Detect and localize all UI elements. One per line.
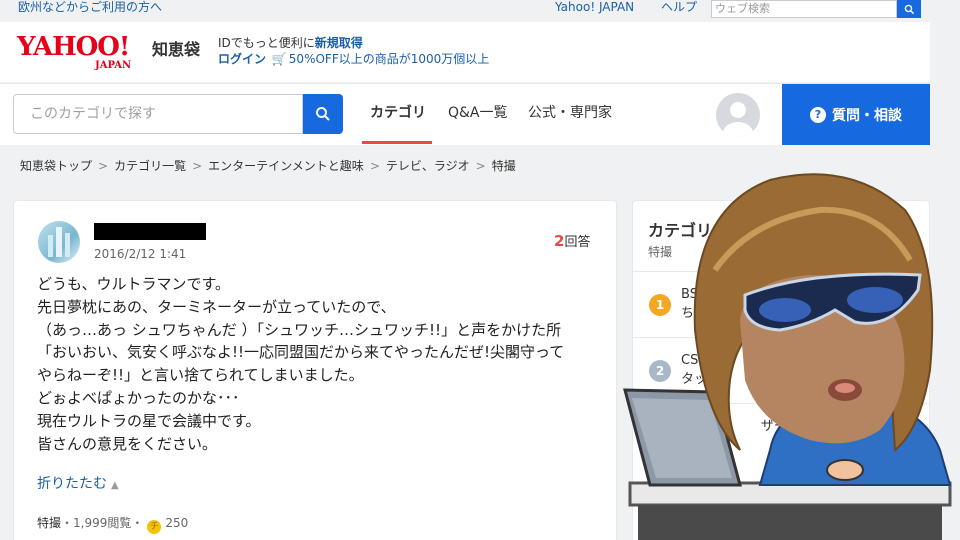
coin-amount: 250 xyxy=(165,516,189,530)
region-link[interactable]: 欧州などからご利用の方へ xyxy=(18,0,162,14)
question-line: やらねーぞ!!」と言い捨てられてしまいました。 xyxy=(37,366,364,385)
web-search-input[interactable]: ウェブ検索 xyxy=(711,0,897,18)
chevron-right-icon: > xyxy=(475,159,486,173)
question-meta: 特撮・1,999閲覧・チ 250 xyxy=(37,514,188,534)
ask-question-button[interactable]: ? 質問・相談 xyxy=(782,84,930,145)
chevron-right-icon: > xyxy=(192,159,203,173)
hand-shape xyxy=(826,459,864,481)
tab-category[interactable]: カテゴリ xyxy=(370,102,426,122)
right-lens xyxy=(847,287,903,313)
question-icon: ? xyxy=(810,106,826,123)
category-search-button[interactable] xyxy=(303,94,343,134)
category-search-input[interactable]: このカテゴリで探す xyxy=(13,94,303,134)
question-card: 2016/2/12 1:41 2回答 どうも、ウルトラマンです。 先日夢枕にあの… xyxy=(13,200,617,540)
breadcrumb: 知恵袋トップ > カテゴリ一覧 > エンターテインメントと趣味 > テレビ、ラジオ > 特撮 xyxy=(20,157,516,174)
breadcrumb-item[interactable]: テレビ、ラジオ xyxy=(386,159,470,173)
caret-up-icon: ▲ xyxy=(111,480,119,491)
question-line: 皆さんの意見をください。 xyxy=(37,434,218,453)
service-name: 知恵袋 xyxy=(152,40,201,59)
user-icon xyxy=(723,102,753,137)
meta-category-link[interactable]: 特撮 xyxy=(37,516,61,530)
question-line: 先日夢枕にあの、ターミネーターが立っていたので、 xyxy=(37,297,396,316)
utility-bar: 欧州などからご利用の方へ Yahoo! JAPAN ヘルプ ウェブ検索 xyxy=(0,0,960,22)
breadcrumb-item[interactable]: エンターテインメントと趣味 xyxy=(208,159,364,173)
yahoo-chiebukuro-logo[interactable]: YAHOO! JAPAN xyxy=(17,33,152,79)
collapse-toggle[interactable]: 折りたたむ ▲ xyxy=(37,473,119,493)
tab-official-experts[interactable]: 公式・専門家 xyxy=(528,102,612,122)
chevron-right-icon: > xyxy=(369,159,380,173)
web-search-button[interactable] xyxy=(897,0,921,18)
question-line: 「おいおい、気安く呼ぶなよ!!一応同盟国だから来てやったんだぜ!尖閣守って xyxy=(37,343,565,362)
question-body: どうも、ウルトラマンです。 先日夢枕にあの、ターミネーターが立っていたので、 （… xyxy=(37,273,607,455)
question-line: どうも、ウルトラマンです。 xyxy=(37,275,231,293)
user-avatar[interactable] xyxy=(716,93,760,137)
avatar-image xyxy=(48,227,70,257)
cart-icon: 🛒 xyxy=(271,52,287,66)
question-date: 2016/2/12 1:41 xyxy=(94,247,187,261)
id-promo: IDでもっと便利に新規取得 xyxy=(218,36,363,50)
yahoo-japan-link[interactable]: Yahoo! JAPAN xyxy=(555,0,634,14)
promo-link[interactable]: 50%OFF以上の商品が1000万個以上 xyxy=(289,52,489,66)
desk-front-shape xyxy=(638,505,942,540)
lips-shape xyxy=(835,383,855,393)
overlay-person-illustration xyxy=(623,173,952,540)
search-icon xyxy=(904,4,914,14)
asker-avatar[interactable] xyxy=(38,221,80,263)
redacted-username xyxy=(94,223,206,240)
login-promo: ログイン 🛒 50%OFF以上の商品が1000万個以上 xyxy=(218,50,489,67)
search-icon xyxy=(316,107,330,121)
left-lens xyxy=(759,298,811,322)
question-line: 現在ウルトラの星で会議中です。 xyxy=(37,411,261,430)
question-line: どぉよべぱょかったのかな･･･ xyxy=(37,388,240,407)
register-link[interactable]: 新規取得 xyxy=(315,36,363,50)
view-count: ・1,999閲覧・ xyxy=(61,516,144,530)
answer-count[interactable]: 2回答 xyxy=(554,231,590,250)
breadcrumb-item[interactable]: 知恵袋トップ xyxy=(20,159,92,173)
coin-icon: チ xyxy=(147,520,162,534)
main-nav: このカテゴリで探す カテゴリ Q&A一覧 公式・専門家 ? 質問・相談 xyxy=(0,83,930,145)
chevron-right-icon: > xyxy=(98,159,109,173)
breadcrumb-item[interactable]: 特撮 xyxy=(492,159,516,173)
login-link[interactable]: ログイン xyxy=(218,52,266,66)
tab-qa-list[interactable]: Q&A一覧 xyxy=(448,102,508,122)
question-line: （あっ…あっ シュワちゃんだ ）「シュワッチ…シュワッチ!!」と声をかけた所 xyxy=(37,320,562,339)
active-tab-indicator xyxy=(362,141,432,144)
brand-header: YAHOO! JAPAN 知恵袋 IDでもっと便利に新規取得 ログイン 🛒 50%… xyxy=(0,22,930,82)
help-link[interactable]: ヘルプ xyxy=(661,0,697,14)
breadcrumb-item[interactable]: カテゴリ一覧 xyxy=(114,159,186,173)
